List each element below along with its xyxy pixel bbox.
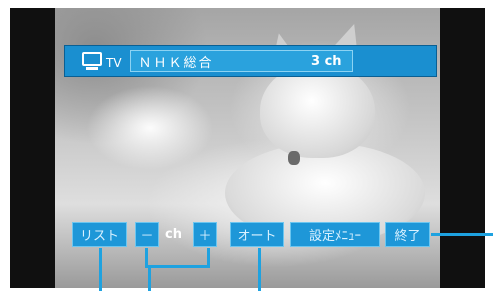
callout-line-ch-bar: [145, 265, 210, 268]
tv-mode-label: TV: [106, 56, 122, 70]
callout-line-ch-down: [148, 265, 151, 291]
channel-number: 3 ch: [311, 53, 342, 69]
settings-menu-button[interactable]: 設定ﾒﾆｭｰ: [290, 222, 380, 247]
list-button[interactable]: リスト: [72, 222, 127, 247]
exit-button[interactable]: 終了: [385, 222, 430, 247]
cat-head: [260, 63, 375, 158]
channel-display: ＮＨＫ総合 3 ch: [129, 50, 353, 72]
channel-down-button[interactable]: －: [135, 222, 159, 247]
callout-line-exit: [431, 233, 493, 236]
callout-line-auto: [258, 248, 261, 291]
callout-line-plus: [207, 248, 210, 268]
tv-status-bar: TV ＮＨＫ総合 3 ch: [64, 45, 437, 77]
collar-bell: [288, 151, 300, 165]
channel-up-button[interactable]: ＋: [193, 222, 217, 247]
auto-button[interactable]: オート: [230, 222, 284, 247]
channel-name: ＮＨＫ総合: [138, 55, 214, 71]
ch-label: ch: [165, 227, 182, 242]
tv-icon: [81, 51, 103, 71]
callout-line-list: [99, 248, 102, 291]
